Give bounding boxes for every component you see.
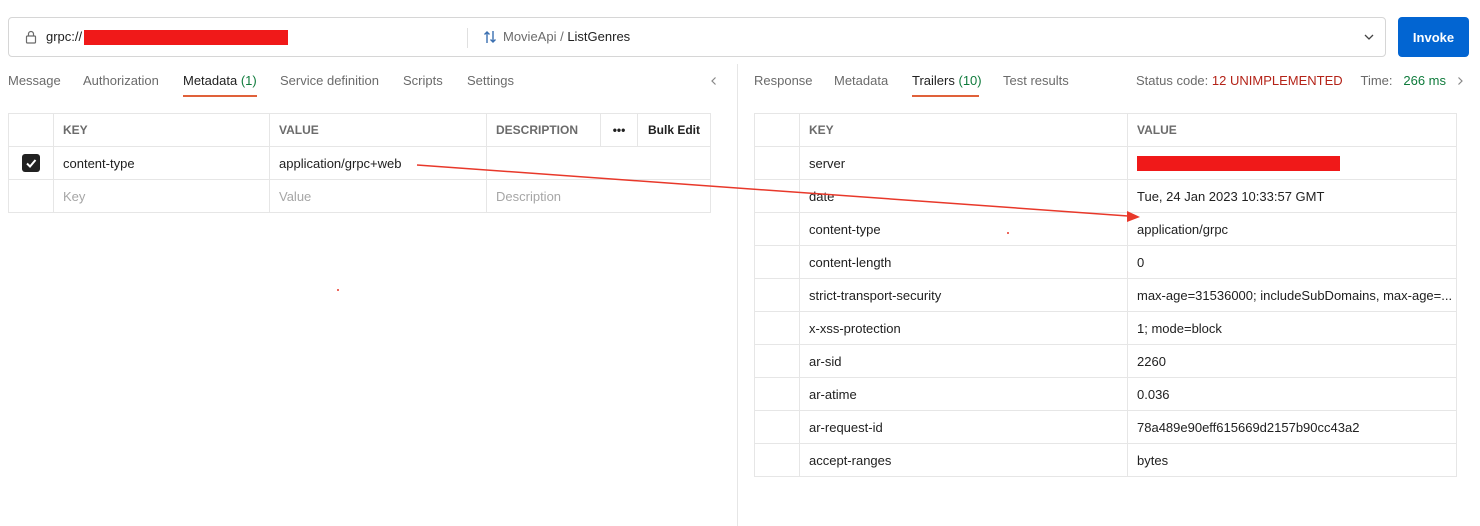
trailer-value: Tue, 24 Jan 2023 10:33:57 GMT [1127,179,1457,213]
key-column-header: KEY [53,113,270,147]
table-row: server [754,146,1457,180]
table-row: date Tue, 24 Jan 2023 10:33:57 GMT [754,179,1457,213]
trailer-value: bytes [1127,443,1457,477]
tab-trailers[interactable]: Trailers (10) [912,73,982,97]
status-code-value: 12 UNIMPLEMENTED [1211,73,1343,88]
trailer-value: max-age=31536000; includeSubDomains, max… [1127,278,1457,312]
table-header: KEY VALUE DESCRIPTION ••• Bulk Edit [8,113,711,147]
trailer-value: application/grpc [1127,212,1457,246]
trailer-value: 1; mode=block [1127,311,1457,345]
trailer-key: server [799,146,1128,180]
method-selector[interactable]: MovieApi / ListGenres [503,29,630,44]
trailer-value: 0.036 [1127,377,1457,411]
method-name: ListGenres [567,29,631,44]
tab-metadata-label: Metadata [183,73,238,88]
trailer-key: date [799,179,1128,213]
table-row: Key Value Description [8,179,711,213]
trailer-key: x-xss-protection [799,311,1128,345]
trailer-key: content-type [799,212,1128,246]
tab-response-metadata[interactable]: Metadata [834,73,912,97]
row-enabled-checkbox[interactable] [22,154,40,172]
tab-settings[interactable]: Settings [467,73,514,97]
more-options-button[interactable]: ••• [600,113,638,147]
table-row: ar-atime 0.036 [754,377,1457,411]
trailer-value: 2260 [1127,344,1457,378]
metadata-description-cell[interactable] [486,146,711,180]
tab-test-results[interactable]: Test results [1003,73,1069,97]
trailer-value: 78a489e90eff615669d2157b90cc43a2 [1127,410,1457,444]
table-row: accept-ranges bytes [754,443,1457,477]
trailer-key: strict-transport-security [799,278,1128,312]
request-url-bar[interactable]: grpc:// MovieApi / ListGenres [8,17,1386,57]
response-tabs: Response Metadata Trailers (10) Test res… [754,73,1069,97]
tab-response[interactable]: Response [754,73,834,97]
description-column-header: DESCRIPTION [486,113,601,147]
new-key-input[interactable]: Key [53,179,270,213]
time-value: 266 ms [1403,73,1446,88]
check-icon [26,159,37,168]
tab-trailers-label: Trailers [912,73,955,88]
metadata-value-cell[interactable]: application/grpc+web [269,146,487,180]
invoke-button[interactable]: Invoke [1398,17,1469,57]
table-header: KEY VALUE [754,113,1457,147]
status-code-label: Status code: [1136,73,1209,88]
metadata-key-cell[interactable]: content-type [53,146,270,180]
table-row: strict-transport-security max-age=3153600… [754,278,1457,312]
trailer-value-column-header: VALUE [1127,113,1457,147]
tab-metadata-count: (1) [240,73,257,88]
table-row: content-type application/grpc+web [8,146,711,180]
redacted-server-value [1137,156,1340,172]
trailer-key-column-header: KEY [799,113,1128,147]
table-row: ar-sid 2260 [754,344,1457,378]
pane-divider[interactable] [737,64,738,526]
trailer-value [1127,146,1457,180]
lock-icon [25,30,37,44]
redacted-host [84,30,288,45]
table-row: ar-request-id 78a489e90eff615669d2157b90c… [754,410,1457,444]
tab-scripts[interactable]: Scripts [403,73,467,97]
request-tabs: Message Authorization Metadata (1) Servi… [8,73,514,97]
tab-metadata[interactable]: Metadata (1) [183,73,257,97]
new-value-input[interactable]: Value [269,179,487,213]
bulk-edit-button[interactable]: Bulk Edit [637,113,711,147]
metadata-table: KEY VALUE DESCRIPTION ••• Bulk Edit cont… [8,113,711,213]
trailers-table: KEY VALUE server date Tue, 24 Jan 2023 10… [754,113,1457,477]
table-row: x-xss-protection 1; mode=block [754,311,1457,345]
url-prefix[interactable]: grpc:// [46,29,82,44]
trailer-key: ar-atime [799,377,1128,411]
chevron-right-icon[interactable] [1455,76,1465,86]
trailer-key: content-length [799,245,1128,279]
grpc-method-arrows-icon [484,31,496,43]
table-row: content-type application/grpc [754,212,1457,246]
chevron-down-icon[interactable] [1363,31,1375,43]
url-divider [467,28,468,48]
table-row: content-length 0 [754,245,1457,279]
time-label: Time: [1360,73,1393,88]
checkbox-column-header [8,113,54,147]
trailer-key: accept-ranges [799,443,1128,477]
trailer-key: ar-sid [799,344,1128,378]
new-description-input[interactable]: Description [486,179,711,213]
tab-message[interactable]: Message [8,73,83,97]
service-name: MovieApi / [503,29,568,44]
trailer-key: ar-request-id [799,410,1128,444]
chevron-left-icon[interactable] [709,76,719,86]
tab-authorization[interactable]: Authorization [83,73,183,97]
value-column-header: VALUE [269,113,487,147]
tab-service-definition[interactable]: Service definition [280,73,403,97]
response-status: Status code: 12 UNIMPLEMENTED Time: 266 … [1136,73,1446,88]
trailer-value: 0 [1127,245,1457,279]
